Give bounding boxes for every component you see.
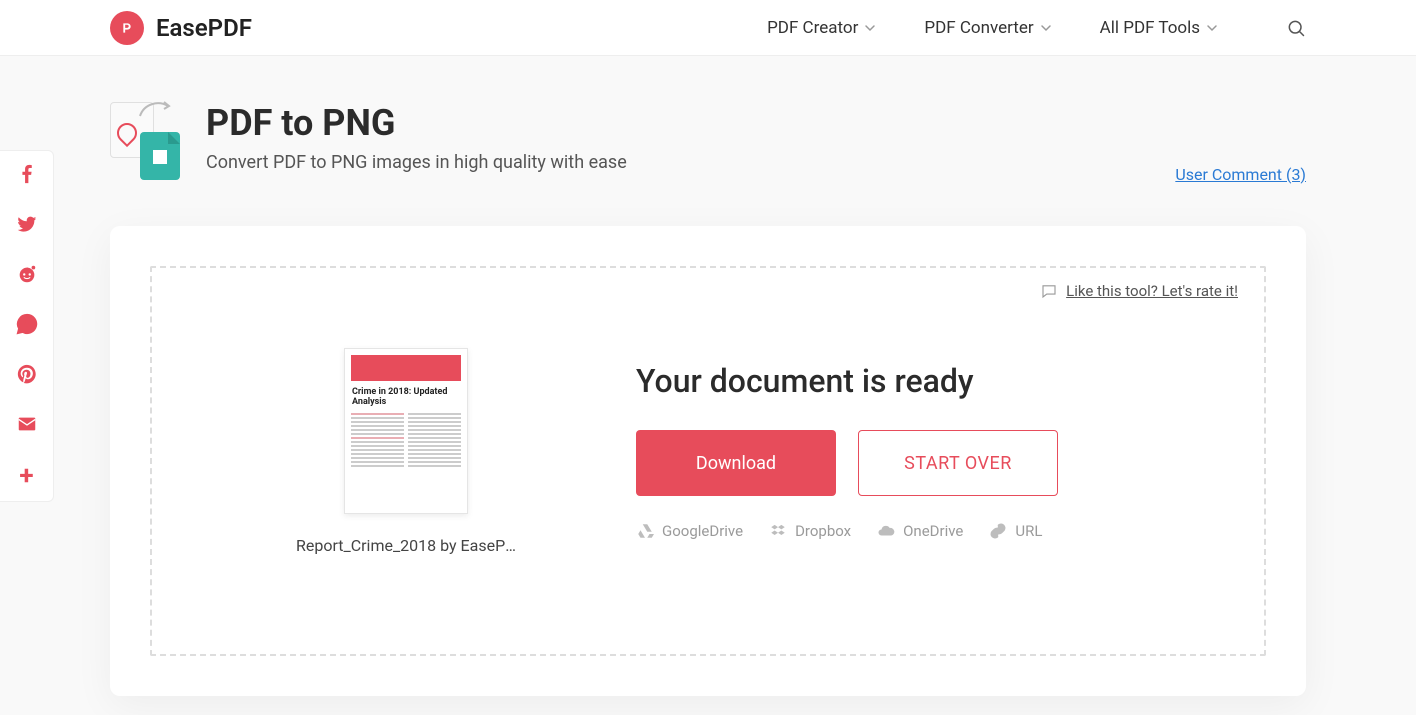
result-card: Like this tool? Let's rate it! Crime in … [110, 226, 1306, 696]
file-name: Report_Crime_2018 by EasePD... [296, 536, 516, 555]
user-comment-link[interactable]: User Comment (3) [1175, 165, 1306, 184]
pinterest-icon [16, 363, 38, 385]
save-dropbox[interactable]: Dropbox [769, 522, 851, 540]
dest-label: URL [1015, 522, 1042, 540]
save-onedrive[interactable]: OneDrive [877, 522, 963, 540]
social-share-bar: + [0, 150, 54, 502]
search-button[interactable] [1286, 18, 1306, 38]
nav-label: PDF Creator [767, 18, 858, 38]
drop-zone: Like this tool? Let's rate it! Crime in … [150, 266, 1266, 656]
onedrive-icon [877, 522, 895, 540]
brand[interactable]: EasePDF [110, 11, 252, 45]
save-destinations: GoogleDrive Dropbox OneDrive URL [636, 522, 1230, 540]
share-reddit[interactable] [16, 263, 38, 285]
ready-heading: Your document is ready [636, 362, 1230, 400]
file-thumbnail: Crime in 2018: Updated Analysis [344, 348, 468, 514]
share-whatsapp[interactable] [16, 313, 38, 335]
nav-pdf-converter[interactable]: PDF Converter [924, 18, 1051, 38]
download-button[interactable]: Download [636, 430, 836, 496]
page-title: PDF to PNG [206, 102, 627, 144]
main-nav: PDF Creator PDF Converter All PDF Tools [767, 18, 1306, 38]
email-icon [16, 413, 38, 435]
thumb-title: Crime in 2018: Updated Analysis [351, 385, 461, 410]
dropbox-icon [769, 522, 787, 540]
search-icon [1286, 18, 1306, 38]
chevron-down-icon [1206, 22, 1218, 34]
rate-prompt: Like this tool? Let's rate it! [1040, 282, 1238, 300]
pdf-to-png-icon [110, 102, 182, 182]
save-googledrive[interactable]: GoogleDrive [636, 522, 743, 540]
share-email[interactable] [16, 413, 38, 435]
share-facebook[interactable] [16, 163, 38, 185]
chevron-down-icon [864, 22, 876, 34]
googledrive-icon [636, 522, 654, 540]
dest-label: OneDrive [903, 522, 963, 540]
nav-pdf-creator[interactable]: PDF Creator [767, 18, 876, 38]
whatsapp-icon [16, 313, 38, 335]
dest-label: Dropbox [795, 522, 851, 540]
nav-all-tools[interactable]: All PDF Tools [1100, 18, 1218, 38]
page-subtitle: Convert PDF to PNG images in high qualit… [206, 152, 627, 173]
facebook-icon [16, 163, 38, 185]
page-header: PDF to PNG Convert PDF to PNG images in … [110, 102, 1306, 182]
comment-icon [1040, 282, 1058, 300]
reddit-icon [16, 263, 38, 285]
page-content: PDF to PNG Convert PDF to PNG images in … [0, 102, 1416, 696]
nav-label: All PDF Tools [1100, 18, 1200, 38]
nav-label: PDF Converter [924, 18, 1033, 38]
file-preview: Crime in 2018: Updated Analysis Report_C… [296, 348, 516, 555]
start-over-button[interactable]: START OVER [858, 430, 1058, 496]
save-url[interactable]: URL [989, 522, 1042, 540]
brand-name: EasePDF [156, 14, 252, 42]
share-twitter[interactable] [16, 213, 38, 235]
result-actions: Your document is ready Download START OV… [636, 362, 1230, 540]
share-pinterest[interactable] [16, 363, 38, 385]
share-more[interactable]: + [19, 463, 33, 489]
result-row: Crime in 2018: Updated Analysis Report_C… [186, 348, 1230, 555]
brand-logo-icon [110, 11, 144, 45]
rate-link[interactable]: Like this tool? Let's rate it! [1066, 282, 1238, 300]
app-header: EasePDF PDF Creator PDF Converter All PD… [0, 0, 1416, 56]
chevron-down-icon [1040, 22, 1052, 34]
link-icon [989, 522, 1007, 540]
dest-label: GoogleDrive [662, 522, 743, 540]
twitter-icon [16, 213, 38, 235]
